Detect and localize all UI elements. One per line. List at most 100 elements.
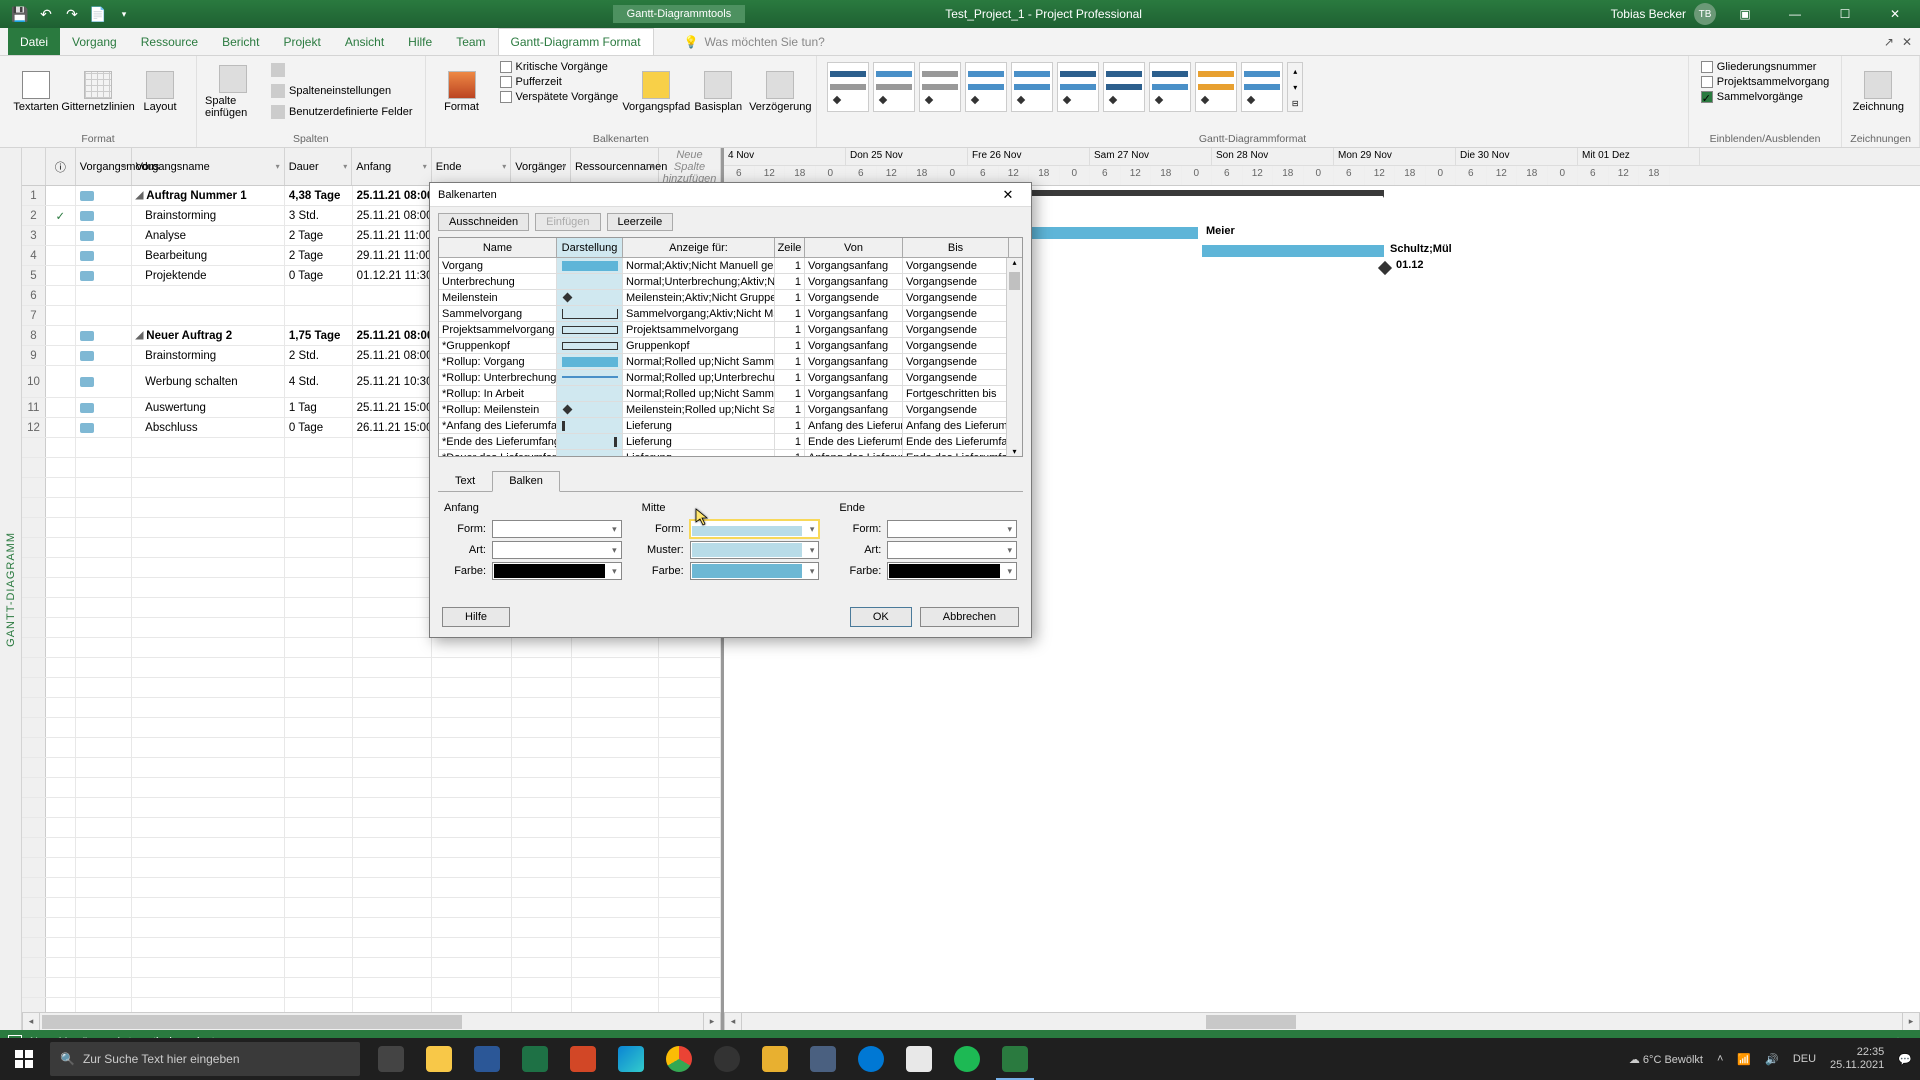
spotify-icon[interactable] — [944, 1038, 990, 1080]
tray-notifications-icon[interactable]: 💬 — [1898, 1053, 1912, 1066]
taskview-icon[interactable] — [368, 1038, 414, 1080]
btn-blank-row[interactable]: Leerzeile — [607, 213, 674, 231]
taskbar-search[interactable]: 🔍 Zur Suche Text hier eingeben — [50, 1042, 360, 1076]
btn-spalteneinstellungen[interactable]: Spalteneinstellungen — [267, 81, 417, 101]
btn-textarten[interactable]: Textarten — [8, 60, 64, 124]
app-icon[interactable] — [800, 1038, 846, 1080]
barstyle-row[interactable]: UnterbrechungNormal;Unterbrechung;Aktiv;… — [439, 274, 1022, 290]
subtab-text[interactable]: Text — [438, 471, 492, 491]
tray-volume-icon[interactable]: 🔊 — [1765, 1053, 1779, 1066]
word-icon[interactable] — [464, 1038, 510, 1080]
notepad-icon[interactable] — [896, 1038, 942, 1080]
qat-more-icon[interactable]: ▾ — [116, 6, 132, 22]
combo-ende-form[interactable] — [887, 520, 1017, 538]
start-button[interactable] — [0, 1038, 48, 1080]
close-button[interactable]: ✕ — [1874, 0, 1916, 28]
btn-help[interactable]: Hilfe — [442, 607, 510, 627]
combo-ende-farbe[interactable] — [887, 562, 1017, 580]
barstyle-row[interactable]: SammelvorgangSammelvorgang;Aktiv;Nicht M… — [439, 306, 1022, 322]
app-icon[interactable] — [752, 1038, 798, 1080]
tab-ressource[interactable]: Ressource — [129, 28, 210, 55]
tell-me-search[interactable]: 💡 Was möchten Sie tun? — [684, 28, 825, 55]
th-bis[interactable]: Bis — [903, 238, 1009, 257]
th-zeile[interactable]: Zeile — [775, 238, 805, 257]
btn-custom-fields[interactable]: Benutzerdefinierte Felder — [267, 102, 417, 122]
tray-chevron-icon[interactable]: ˄ — [1717, 1053, 1723, 1065]
gallery-dropdown[interactable]: ▴▾⊟ — [1287, 62, 1303, 112]
chk-critical[interactable]: Kritische Vorgänge — [496, 60, 623, 74]
col-pred[interactable]: Vorgänger▾ — [511, 148, 571, 185]
btn-cancel[interactable]: Abbrechen — [920, 607, 1019, 627]
btn-gitternetzlinien[interactable]: Gitternetzlinien — [70, 60, 126, 124]
btn-insert-column[interactable]: Spalte einfügen — [205, 60, 261, 124]
th-name[interactable]: Name — [439, 238, 557, 257]
chk-summary[interactable]: ✓Sammelvorgänge — [1697, 90, 1834, 104]
chk-late[interactable]: Verspätete Vorgänge — [496, 90, 623, 104]
combo-anfang-form[interactable] — [492, 520, 622, 538]
user-avatar[interactable]: TB — [1694, 3, 1716, 25]
tab-hilfe[interactable]: Hilfe — [396, 28, 444, 55]
tray-wifi-icon[interactable]: 📶 — [1737, 1053, 1751, 1066]
chk-project-summary[interactable]: Projektsammelvorgang — [1697, 75, 1834, 89]
gantt-hscroll[interactable]: ◂▸ — [724, 1012, 1920, 1030]
project-icon[interactable] — [992, 1038, 1038, 1080]
tray-clock[interactable]: 22:3525.11.2021 — [1830, 1046, 1884, 1072]
combo-anfang-art[interactable] — [492, 541, 622, 559]
gantt-timescale[interactable]: 4 NovDon 25 NovFre 26 NovSam 27 NovSon 2… — [724, 148, 1920, 186]
subtab-balken[interactable]: Balken — [492, 471, 560, 492]
minimize-button[interactable]: — — [1774, 0, 1816, 28]
barstyle-row[interactable]: *Rollup: MeilensteinMeilenstein;Rolled u… — [439, 402, 1022, 418]
powerpoint-icon[interactable] — [560, 1038, 606, 1080]
combo-ende-art[interactable] — [887, 541, 1017, 559]
ribbon-close-icon[interactable]: ✕ — [1902, 35, 1912, 49]
th-anzeige[interactable]: Anzeige für: — [623, 238, 775, 257]
col-start[interactable]: Anfang▾ — [352, 148, 431, 185]
user-name[interactable]: Tobias Becker — [1611, 7, 1686, 21]
explorer-icon[interactable] — [416, 1038, 462, 1080]
edge-icon[interactable] — [608, 1038, 654, 1080]
barstyle-row[interactable]: ProjektsammelvorgangProjektsammelvorgang… — [439, 322, 1022, 338]
btn-ok[interactable]: OK — [850, 607, 912, 627]
chk-slack[interactable]: Pufferzeit — [496, 75, 623, 89]
ribbon-options-icon[interactable]: ▣ — [1724, 0, 1766, 28]
dialog-titlebar[interactable]: Balkenarten ✕ — [430, 183, 1031, 207]
edge-icon[interactable] — [848, 1038, 894, 1080]
th-darstellung[interactable]: Darstellung — [557, 238, 623, 257]
app-icon[interactable] — [704, 1038, 750, 1080]
tab-ansicht[interactable]: Ansicht — [333, 28, 396, 55]
col-mode[interactable]: Vorgangsmodus▾ — [76, 148, 132, 185]
tray-lang[interactable]: DEU — [1793, 1053, 1816, 1065]
dialog-vscroll[interactable]: ▴ ▾ — [1006, 258, 1022, 456]
maximize-button[interactable]: ☐ — [1824, 0, 1866, 28]
btn-drawing[interactable]: Zeichnung — [1850, 60, 1906, 124]
btn-col-opt-1[interactable] — [267, 60, 417, 80]
combo-mitte-muster[interactable] — [690, 541, 820, 559]
col-dur[interactable]: Dauer▾ — [285, 148, 353, 185]
col-new[interactable]: Neue Spalte hinzufügen — [659, 148, 721, 185]
tab-vorgang[interactable]: Vorgang — [60, 28, 129, 55]
chk-outline-num[interactable]: Gliederungsnummer — [1697, 60, 1834, 74]
gantt-style-gallery[interactable]: ▴▾⊟ — [825, 60, 1305, 114]
barstyle-row[interactable]: *Ende des LieferumfangsLieferung1Ende de… — [439, 434, 1022, 450]
barstyle-row[interactable]: *Rollup: UnterbrechungNormal;Rolled up;U… — [439, 370, 1022, 386]
btn-layout[interactable]: Layout — [132, 60, 188, 124]
btn-bs-format[interactable]: Format — [434, 60, 490, 124]
barstyle-row[interactable]: *Rollup: VorgangNormal;Rolled up;Nicht S… — [439, 354, 1022, 370]
barstyle-row[interactable]: MeilensteinMeilenstein;Aktiv;Nicht Grupp… — [439, 290, 1022, 306]
btn-vorgangspfad[interactable]: Vorgangspfad — [628, 60, 684, 124]
excel-icon[interactable] — [512, 1038, 558, 1080]
tab-team[interactable]: Team — [444, 28, 497, 55]
undo-icon[interactable]: ↶ — [38, 6, 54, 22]
new-icon[interactable]: 📄 — [90, 6, 106, 22]
gantt-milestone[interactable] — [1378, 261, 1392, 275]
col-rownum[interactable] — [22, 148, 46, 185]
col-res[interactable]: Ressourcennamen▾ — [571, 148, 659, 185]
barstyle-row[interactable]: *GruppenkopfGruppenkopf1VorgangsanfangVo… — [439, 338, 1022, 354]
barstyle-row[interactable]: *Anfang des LieferumfanLieferung1Anfang … — [439, 418, 1022, 434]
grid-hscroll[interactable]: ◂▸ — [22, 1012, 721, 1030]
tab-projekt[interactable]: Projekt — [271, 28, 332, 55]
combo-mitte-farbe[interactable] — [690, 562, 820, 580]
barstyle-row[interactable]: *Dauer des LieferumfangLieferung1Anfang … — [439, 450, 1022, 456]
gantt-task-bar[interactable] — [1202, 245, 1384, 257]
combo-anfang-farbe[interactable] — [492, 562, 622, 580]
